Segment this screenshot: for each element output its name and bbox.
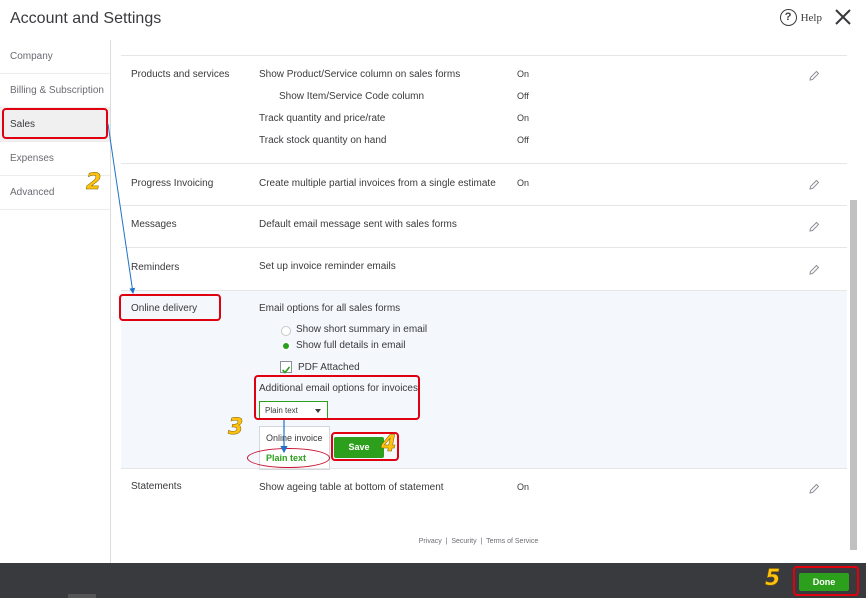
annotation-oval-plain-text	[247, 448, 330, 468]
sidebar-item-billing[interactable]: Billing & Subscription	[0, 74, 110, 108]
annotation-step-4: 4	[381, 432, 397, 458]
section-label: Progress Invoicing	[131, 178, 214, 189]
option-desc: Create multiple partial invoices from a …	[259, 178, 496, 189]
annotation-step-3: 3	[228, 415, 244, 441]
option-desc: Show ageing table at bottom of statement	[259, 482, 444, 493]
check-icon	[281, 366, 291, 374]
option-value: On	[517, 482, 530, 492]
bottom-tab-indicator	[68, 594, 96, 598]
scrollbar[interactable]	[847, 40, 861, 563]
dialog-header: Account and Settings ? Help	[0, 0, 866, 40]
separator: |	[480, 538, 483, 545]
option-value: Off	[517, 91, 529, 101]
section-online-delivery: Online delivery Email options for all sa…	[121, 290, 849, 470]
option-desc: Track quantity and price/rate	[259, 113, 386, 124]
option-value: Off	[517, 135, 529, 145]
section-reminders[interactable]: Reminders Set up invoice reminder emails	[121, 247, 849, 290]
radio-full-details[interactable]	[281, 341, 291, 351]
section-label: Statements	[131, 481, 182, 492]
section-messages[interactable]: Messages Default email message sent with…	[121, 205, 849, 247]
section-progress-invoicing[interactable]: Progress Invoicing Create multiple parti…	[121, 163, 849, 205]
security-link[interactable]: Security	[451, 538, 476, 545]
edit-pencil-icon[interactable]	[808, 70, 820, 82]
option-desc: Email options for all sales forms	[259, 303, 401, 314]
section-products[interactable]: Products and services Show Product/Servi…	[121, 55, 849, 163]
page-title: Account and Settings	[10, 10, 162, 27]
edit-pencil-icon[interactable]	[808, 221, 820, 233]
edit-pencil-icon[interactable]	[808, 179, 820, 191]
annotation-box-done	[793, 566, 859, 596]
footer-links: Privacy | Security | Terms of Service	[111, 538, 846, 545]
section-label: Reminders	[131, 262, 180, 273]
option-desc: Set up invoice reminder emails	[259, 261, 396, 272]
help-icon: ?	[779, 9, 797, 26]
sidebar-item-company[interactable]: Company	[0, 40, 110, 74]
terms-link[interactable]: Terms of Service	[486, 538, 538, 545]
close-icon[interactable]	[832, 6, 854, 28]
menu-option-online-invoice[interactable]: Online invoice	[266, 433, 323, 443]
option-value: On	[517, 69, 530, 79]
radio-label: Show full details in email	[296, 340, 406, 351]
edit-pencil-icon[interactable]	[808, 264, 820, 276]
pdf-attached-checkbox[interactable]	[280, 361, 292, 374]
option-value: On	[517, 178, 530, 188]
annotation-box-sales	[2, 108, 108, 139]
option-desc: Track stock quantity on hand	[259, 135, 387, 146]
option-desc: Show Item/Service Code column	[279, 91, 425, 102]
section-statements[interactable]: Statements Show ageing table at bottom o…	[121, 468, 849, 512]
scrollbar-thumb[interactable]	[850, 200, 857, 550]
section-label: Products and services	[131, 69, 230, 80]
annotation-step-2: 2	[86, 170, 102, 196]
option-value: On	[517, 113, 530, 123]
section-label: Messages	[131, 219, 177, 230]
help-label: Help	[800, 11, 822, 24]
checkbox-label: PDF Attached	[298, 362, 360, 373]
help-link[interactable]: ? Help	[779, 9, 822, 26]
option-desc: Show Product/Service column on sales for…	[259, 69, 461, 80]
radio-short-summary[interactable]	[281, 326, 291, 336]
radio-label: Show short summary in email	[296, 324, 428, 335]
bottom-bar: Done	[0, 563, 866, 598]
option-desc: Default email message sent with sales fo…	[259, 219, 457, 230]
privacy-link[interactable]: Privacy	[419, 538, 442, 545]
annotation-box-additional-options	[254, 375, 420, 420]
edit-pencil-icon[interactable]	[808, 483, 820, 495]
annotation-box-online-delivery	[119, 294, 221, 321]
settings-content: Products and services Show Product/Servi…	[111, 40, 849, 563]
separator: |	[445, 538, 448, 545]
annotation-step-5: 5	[765, 566, 781, 592]
